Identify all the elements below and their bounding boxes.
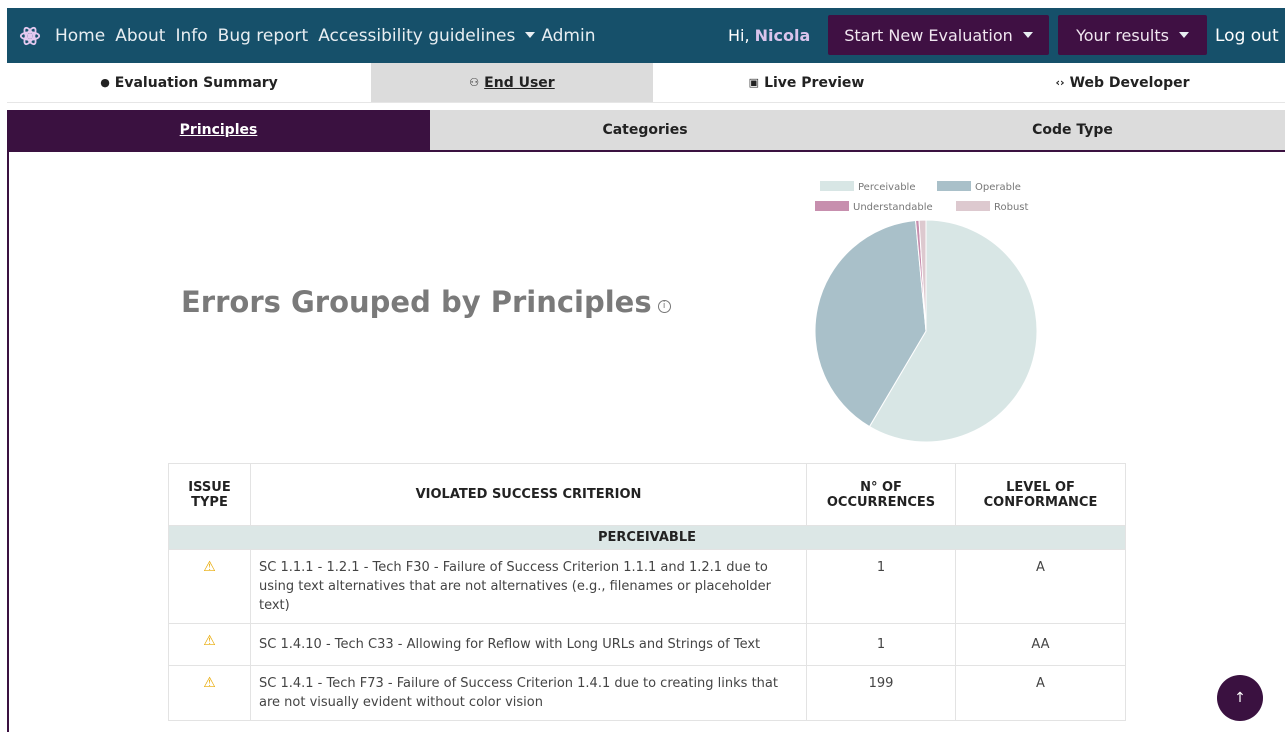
top-navbar: Home About Info Bug report Accessibility… (7, 8, 1285, 63)
tab-end-user[interactable]: ⚇ End User (371, 63, 653, 102)
occurrences-cell: 199 (806, 665, 956, 721)
subtab-label: Categories (602, 122, 688, 138)
tab-label: Evaluation Summary (114, 74, 278, 91)
tab-live-preview[interactable]: ▣ Live Preview (653, 63, 960, 102)
criterion-cell: SC 1.1.1 - 1.2.1 - Tech F30 - Failure of… (250, 549, 807, 624)
caret-down-icon (1022, 32, 1033, 38)
legend-label-understandable: Understandable (853, 202, 933, 213)
principles-pie-chart: Perceivable Operable Understandable Robust (814, 181, 1038, 443)
nav-home-link[interactable]: Home (55, 26, 105, 46)
warning-icon: ⚠ (203, 675, 216, 691)
occurrences-cell: 1 (806, 623, 956, 666)
col-header-criterion: VIOLATED SUCCESS CRITERION (250, 463, 807, 526)
table-row[interactable]: ⚠ SC 1.1.1 - 1.2.1 - Tech F30 - Failure … (168, 549, 1126, 624)
your-results-button[interactable]: Your results (1058, 15, 1207, 55)
subtab-label: Principles (179, 122, 258, 138)
sub-tabs: Principles Categories Code Type (7, 110, 1285, 150)
group-label: PERCEIVABLE (168, 525, 1126, 550)
issue-type-cell: ⚠ (168, 623, 251, 666)
level-cell: AA (955, 623, 1126, 666)
issue-type-cell: ⚠ (168, 549, 251, 624)
start-evaluation-button[interactable]: Start New Evaluation (828, 15, 1049, 55)
preview-icon: ▣ (748, 76, 760, 89)
legend-label-operable: Operable (975, 182, 1021, 193)
page-title: Errors Grouped by Principles i (181, 285, 671, 319)
table-row[interactable]: ⚠ SC 1.4.10 - Tech C33 - Allowing for Re… (168, 623, 1126, 666)
violations-table: ISSUE TYPE VIOLATED SUCCESS CRITERION N°… (168, 463, 1126, 721)
legend-swatch-understandable[interactable] (815, 201, 849, 211)
nav-about-link[interactable]: About (115, 26, 165, 46)
user-greeting: Hi, Nicola (728, 26, 810, 45)
tab-label: End User (484, 74, 555, 91)
greeting-prefix: Hi, (728, 26, 750, 45)
main-tabs: ● Evaluation Summary ⚇ End User ▣ Live Prev… (7, 63, 1285, 103)
level-cell: A (955, 549, 1126, 624)
user-name: Nicola (754, 26, 811, 45)
legend-swatch-robust[interactable] (956, 201, 990, 211)
app-logo-icon[interactable] (19, 25, 41, 47)
caret-down-icon (1178, 32, 1189, 38)
legend-swatch-perceivable[interactable] (820, 181, 854, 191)
content-border (7, 150, 1285, 152)
table-header-row: ISSUE TYPE VIOLATED SUCCESS CRITERION N°… (168, 463, 1126, 526)
subtab-label: Code Type (1032, 122, 1113, 138)
level-cell: A (955, 665, 1126, 721)
col-header-level: LEVEL OF CONFORMANCE (955, 463, 1126, 526)
legend-label-robust: Robust (994, 202, 1029, 213)
users-icon: ⚇ (469, 76, 480, 89)
nav-admin-label: Admin (541, 25, 596, 46)
nav-guidelines-link[interactable]: Accessibility guidelines (318, 26, 515, 46)
criterion-cell: SC 1.4.10 - Tech C33 - Allowing for Refl… (250, 623, 807, 666)
logout-link[interactable]: Log out (1215, 26, 1279, 46)
col-header-issue-type: ISSUE TYPE (168, 463, 251, 526)
info-circle-icon: ● (100, 76, 110, 89)
col-header-occurrences: N° OF OCCURRENCES (806, 463, 956, 526)
subtab-code-type[interactable]: Code Type (860, 110, 1285, 150)
your-results-label: Your results (1076, 25, 1169, 45)
warning-icon: ⚠ (203, 633, 216, 649)
tab-evaluation-summary[interactable]: ● Evaluation Summary (7, 63, 371, 102)
info-icon[interactable]: i (657, 300, 671, 313)
nav-links: Home About Info Bug report Accessibility… (55, 8, 606, 63)
table-group-row: PERCEIVABLE (168, 525, 1126, 550)
arrow-up-icon: ↑ (1234, 690, 1246, 706)
issue-type-cell: ⚠ (168, 665, 251, 721)
page-title-text: Errors Grouped by Principles (181, 285, 652, 319)
occurrences-cell: 1 (806, 549, 956, 624)
criterion-cell: SC 1.4.1 - Tech F73 - Failure of Success… (250, 665, 807, 721)
nav-admin-dropdown[interactable]: Admin (525, 25, 596, 46)
table-row[interactable]: ⚠ SC 1.4.1 - Tech F73 - Failure of Succe… (168, 665, 1126, 721)
scroll-to-top-button[interactable]: ↑ (1217, 675, 1263, 721)
subtab-principles[interactable]: Principles (7, 110, 430, 150)
nav-info-link[interactable]: Info (175, 26, 207, 46)
subtab-categories[interactable]: Categories (430, 110, 860, 150)
tab-web-developer[interactable]: ‹› Web Developer (960, 63, 1285, 102)
content-border (7, 150, 9, 732)
legend-label-perceivable: Perceivable (858, 182, 915, 193)
caret-down-icon (525, 31, 536, 38)
warning-icon: ⚠ (203, 559, 216, 575)
tab-label: Live Preview (764, 74, 865, 91)
tab-label: Web Developer (1069, 74, 1190, 91)
legend-swatch-operable[interactable] (937, 181, 971, 191)
nav-bug-report-link[interactable]: Bug report (218, 26, 309, 46)
code-icon: ‹› (1055, 76, 1065, 89)
start-evaluation-label: Start New Evaluation (844, 25, 1013, 45)
